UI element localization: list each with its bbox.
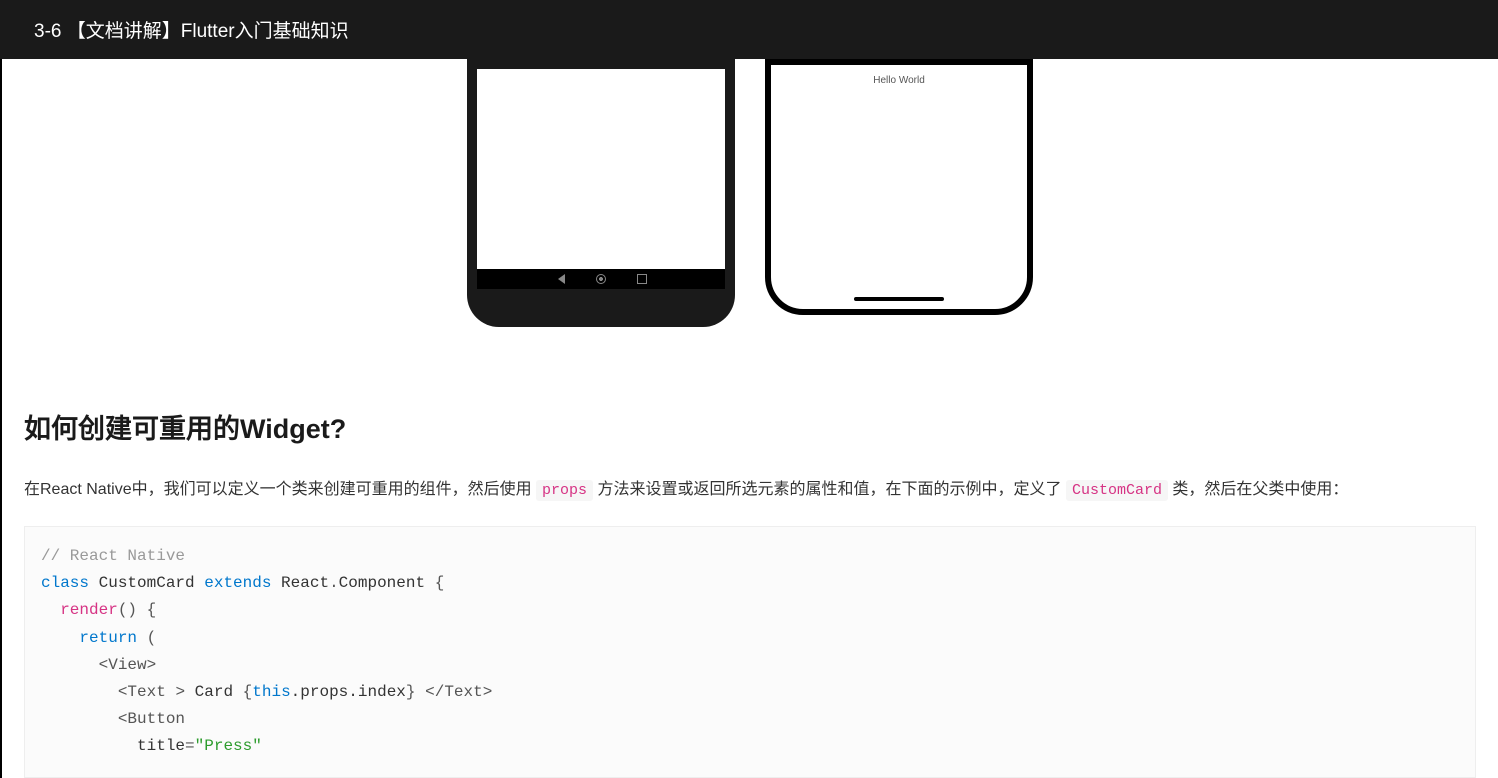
- code-indent: [41, 629, 79, 647]
- inline-code-props: props: [536, 480, 593, 501]
- paragraph-text: 在React Native中，我们可以定义一个类来创建可重用的组件，然后使用: [24, 481, 536, 498]
- code-tag: Button: [127, 710, 185, 728]
- phone-ios-screen-text: Hello World: [771, 75, 1027, 86]
- phone-mockups: Hello World: [24, 59, 1476, 357]
- code-text: .props.index: [291, 683, 406, 701]
- code-text: Component: [339, 574, 435, 592]
- code-indent: [41, 683, 118, 701]
- home-icon: [596, 274, 606, 284]
- back-icon: [555, 274, 565, 284]
- code-indent: [41, 710, 118, 728]
- code-punc: <: [99, 656, 109, 674]
- code-keyword: extends: [204, 574, 271, 592]
- phone-android-body: [467, 59, 735, 327]
- home-indicator-icon: [854, 297, 944, 301]
- code-block: // React Native class CustomCard extends…: [24, 526, 1476, 778]
- code-text: React: [271, 574, 329, 592]
- main-content: Hello World 如何创建可重用的Widget? 在React Nativ…: [0, 59, 1498, 778]
- code-string: "Press": [195, 737, 262, 755]
- inline-code-customcard: CustomCard: [1066, 480, 1168, 501]
- recent-icon: [637, 274, 647, 284]
- code-keyword: this: [252, 683, 290, 701]
- code-punc: }: [406, 683, 416, 701]
- intro-paragraph: 在React Native中，我们可以定义一个类来创建可重用的组件，然后使用 p…: [24, 474, 1476, 506]
- code-punc: <: [118, 683, 128, 701]
- code-punc: >: [147, 656, 157, 674]
- code-tag: Text: [444, 683, 482, 701]
- code-method: render: [60, 601, 118, 619]
- section-heading: 如何创建可重用的Widget?: [24, 407, 1476, 446]
- phone-ios-body: Hello World: [765, 59, 1033, 315]
- code-punc: >: [483, 683, 493, 701]
- code-punc: >: [175, 683, 185, 701]
- code-tag: View: [108, 656, 146, 674]
- paragraph-text: 类，然后在父类中使用：: [1168, 481, 1348, 498]
- code-punc: (: [137, 629, 156, 647]
- code-text: Card: [185, 683, 243, 701]
- code-text: CustomCard: [89, 574, 204, 592]
- code-punc: <: [118, 710, 128, 728]
- code-attr: title: [137, 737, 185, 755]
- code-keyword: class: [41, 574, 89, 592]
- phone-android: [467, 59, 735, 327]
- code-comment: // React Native: [41, 547, 185, 565]
- phone-android-navbar: [477, 269, 725, 289]
- code-indent: [41, 601, 60, 619]
- header-title: 3-6 【文档讲解】Flutter入门基础知识: [34, 21, 349, 42]
- code-indent: [41, 656, 99, 674]
- code-punc: () {: [118, 601, 156, 619]
- page-header: 3-6 【文档讲解】Flutter入门基础知识: [0, 0, 1498, 59]
- code-punc: .: [329, 574, 339, 592]
- code-punc: {: [435, 574, 445, 592]
- paragraph-text: 方法来设置或返回所选元素的属性和值，在下面的示例中，定义了: [593, 481, 1066, 498]
- code-tag: Text: [127, 683, 175, 701]
- code-indent: [41, 737, 137, 755]
- code-keyword: return: [79, 629, 137, 647]
- code-punc: </: [425, 683, 444, 701]
- phone-android-screen: [477, 69, 725, 289]
- code-punc: =: [185, 737, 195, 755]
- code-text: [416, 683, 426, 701]
- code-punc: {: [243, 683, 253, 701]
- phone-ios: Hello World: [765, 59, 1033, 327]
